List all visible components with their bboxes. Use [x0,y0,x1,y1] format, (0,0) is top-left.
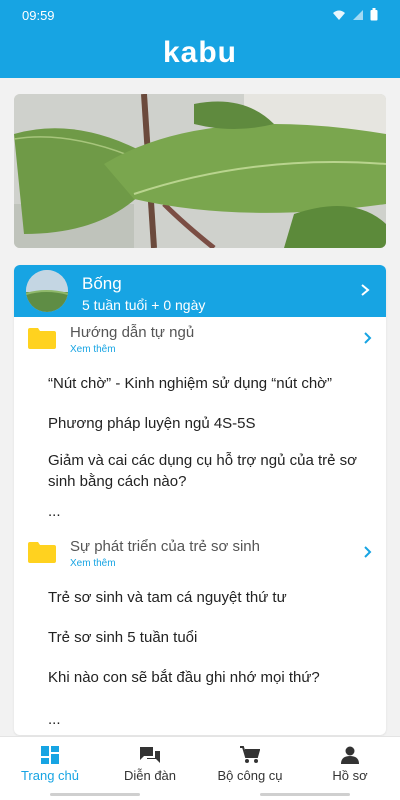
nav-label: Bộ công cụ [217,768,283,783]
bottom-nav: Trang chủ Diễn đàn Bộ công cụ Hồ sơ [0,736,400,800]
section-title: Sự phát triển của trẻ sơ sinh [70,538,260,555]
chevron-right-icon [361,284,370,296]
gesture-handle [260,793,350,796]
nav-item-toolkit[interactable]: Bộ công cụ [200,737,300,789]
article-link[interactable]: “Nút chờ” - Kinh nghiệm sử dụng “nút chờ… [48,373,368,394]
see-more-link[interactable]: Xem thêm [70,344,116,355]
hero-banner-image [14,94,386,248]
article-link[interactable]: Giảm và cai các dụng cụ hỗ trợ ngủ của t… [48,450,368,492]
wifi-icon [333,10,345,20]
section-header-newborn-development[interactable]: Sự phát triển của trẻ sơ sinh Xem thêm [14,535,386,575]
article-link[interactable]: Phương pháp luyện ngủ 4S-5S [48,413,368,434]
baby-name: Bống [82,274,122,293]
article-link[interactable]: Trẻ sơ sinh và tam cá nguyệt thứ tư [48,587,368,608]
home-grid-icon [41,746,59,764]
nav-label: Diễn đàn [123,768,177,783]
folder-icon [28,542,56,563]
battery-icon [370,8,378,21]
forum-chat-icon [140,747,160,763]
nav-item-profile[interactable]: Hồ sơ [300,737,400,789]
baby-age: 5 tuần tuổi + 0 ngày [82,297,206,313]
cart-icon [240,746,260,763]
person-icon [341,746,359,764]
chevron-right-icon [364,546,372,558]
article-more-ellipsis: ... [48,503,61,520]
signal-icon [353,9,363,20]
section-header-sleep-guide[interactable]: Hướng dẫn tự ngủ Xem thêm [14,321,386,361]
app-logo: kabu [162,36,238,69]
avatar [26,270,68,312]
status-icons [332,8,378,21]
article-more-ellipsis: ... [48,711,61,728]
nav-item-home[interactable]: Trang chủ [0,737,100,789]
nav-label: Hồ sơ [332,768,368,783]
nav-label: Trang chủ [20,768,80,783]
folder-icon [28,328,56,349]
baby-profile-header[interactable]: Bống 5 tuần tuổi + 0 ngày [14,265,386,317]
status-time: 09:59 [22,8,55,23]
see-more-link[interactable]: Xem thêm [70,558,116,569]
gesture-handle [50,793,140,796]
section-title: Hướng dẫn tự ngủ [70,324,195,341]
chevron-right-icon [364,332,372,344]
status-bar: 09:59 [0,0,400,28]
nav-item-forum[interactable]: Diễn đàn [100,737,200,789]
article-link[interactable]: Khi nào con sẽ bắt đầu ghi nhớ mọi thứ? [48,667,368,688]
article-link[interactable]: Trẻ sơ sinh 5 tuần tuổi [48,627,368,648]
content-card: Bống 5 tuần tuổi + 0 ngày Hướng dẫn tự n… [14,265,386,735]
app-header: 09:59 kabu [0,0,400,78]
